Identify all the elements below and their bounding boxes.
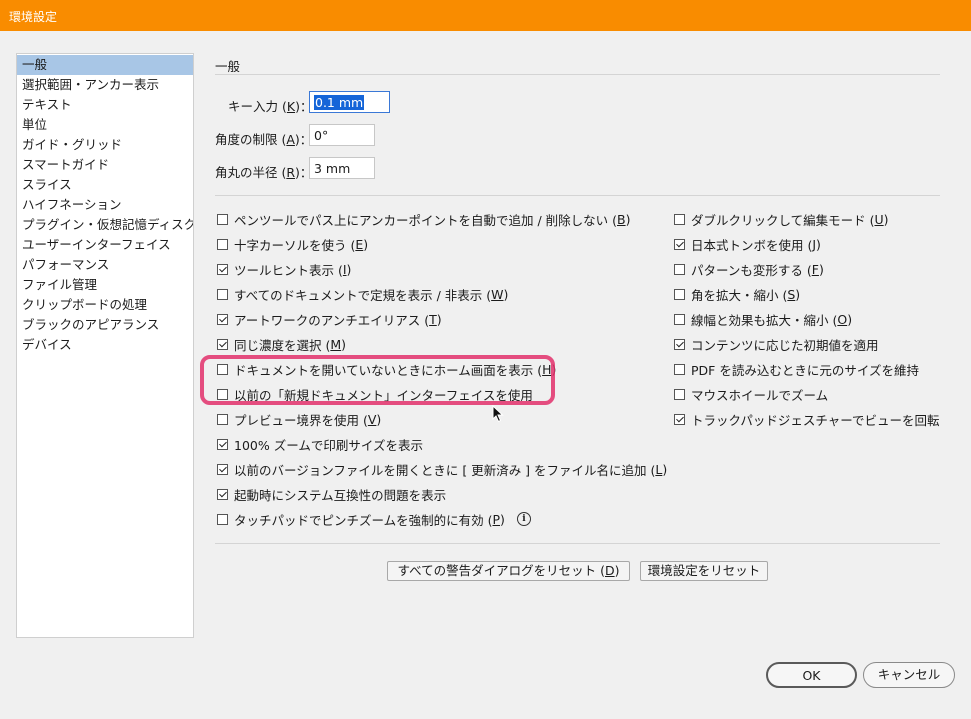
- sidebar-item-hyphenation[interactable]: ハイフネーション: [17, 195, 193, 215]
- window-titlebar: 環境設定: [0, 0, 971, 31]
- mouse-pointer-icon: [492, 405, 504, 423]
- checkbox[interactable]: [674, 338, 685, 350]
- option-preview-bounds[interactable]: プレビュー境界を使用 (V): [217, 409, 381, 429]
- reset-warnings-button[interactable]: すべての警告ダイアログをリセット (D): [387, 561, 630, 581]
- ok-button[interactable]: OK: [766, 662, 857, 688]
- checkbox[interactable]: [217, 213, 228, 225]
- checkbox[interactable]: [674, 288, 685, 300]
- checkbox[interactable]: [217, 513, 228, 525]
- sidebar-item-user-interface[interactable]: ユーザーインターフェイス: [17, 235, 193, 255]
- sidebar-item-plugins-scratch[interactable]: プラグイン・仮想記憶ディスク: [17, 215, 193, 235]
- option-scale-strokes-effects[interactable]: 線幅と効果も拡大・縮小 (O): [674, 309, 852, 329]
- checkbox[interactable]: [674, 238, 685, 250]
- sidebar-item-units[interactable]: 単位: [17, 115, 193, 135]
- angle-limit-field[interactable]: 0°: [309, 124, 375, 146]
- checkbox[interactable]: [217, 338, 228, 350]
- checkbox[interactable]: [674, 313, 685, 325]
- option-pen-no-auto-add-delete[interactable]: ペンツールでパス上にアンカーポイントを自動で追加 / 削除しない (B): [217, 209, 630, 229]
- option-rulers-all-docs[interactable]: すべてのドキュメントで定規を表示 / 非表示 (W): [217, 284, 508, 304]
- option-pinch-zoom[interactable]: タッチパッドでピンチズームを強制的に有効 (P) i: [217, 509, 531, 529]
- checkbox[interactable]: [217, 288, 228, 300]
- option-compat-issues-startup[interactable]: 起動時にシステム互換性の問題を表示: [217, 484, 446, 504]
- checkbox[interactable]: [217, 238, 228, 250]
- cancel-button[interactable]: キャンセル: [863, 662, 955, 688]
- checkbox[interactable]: [674, 388, 685, 400]
- checkbox[interactable]: [674, 363, 685, 375]
- sidebar-item-file-handling[interactable]: ファイル管理: [17, 275, 193, 295]
- sidebar-item-text[interactable]: テキスト: [17, 95, 193, 115]
- sidebar-item-guides-grid[interactable]: ガイド・グリッド: [17, 135, 193, 155]
- sidebar-item-slices[interactable]: スライス: [17, 175, 193, 195]
- option-legacy-new-document[interactable]: 以前の「新規ドキュメント」インターフェイスを使用: [217, 384, 533, 404]
- sidebar-item-performance[interactable]: パフォーマンス: [17, 255, 193, 275]
- info-icon[interactable]: i: [516, 512, 531, 526]
- checkbox[interactable]: [217, 363, 228, 375]
- sidebar-item-devices[interactable]: デバイス: [17, 335, 193, 355]
- reset-preferences-button[interactable]: 環境設定をリセット: [640, 561, 768, 581]
- checkbox[interactable]: [217, 263, 228, 275]
- option-double-click-isolate[interactable]: ダブルクリックして編集モード (U): [674, 209, 889, 229]
- checkbox[interactable]: [217, 488, 228, 500]
- checkbox[interactable]: [217, 413, 228, 425]
- option-scale-corners[interactable]: 角を拡大・縮小 (S): [674, 284, 800, 304]
- sidebar-item-smart-guides[interactable]: スマートガイド: [17, 155, 193, 175]
- divider: [215, 74, 940, 75]
- sidebar-item-selection-anchor[interactable]: 選択範囲・アンカー表示: [17, 75, 193, 95]
- key-input-label: キー入力 (K)：: [228, 99, 313, 114]
- section-title: 一般: [215, 59, 241, 74]
- option-content-aware-defaults[interactable]: コンテンツに応じた初期値を適用: [674, 334, 879, 354]
- option-precise-cursors[interactable]: 十字カーソルを使う (E): [217, 234, 368, 254]
- checkbox[interactable]: [217, 313, 228, 325]
- checkbox[interactable]: [217, 463, 228, 475]
- key-input-field[interactable]: 0.1 mm: [309, 91, 390, 113]
- option-antialiased-artwork[interactable]: アートワークのアンチエイリアス (T): [217, 309, 442, 329]
- option-trackpad-rotate[interactable]: トラックパッドジェスチャーでビューを回転: [674, 409, 940, 429]
- window-title: 環境設定: [9, 10, 58, 24]
- option-show-home-screen[interactable]: ドキュメントを開いていないときにホーム画面を表示 (H): [217, 359, 556, 379]
- sidebar-item-clipboard[interactable]: クリップボードの処理: [17, 295, 193, 315]
- option-append-converted[interactable]: 以前のバージョンファイルを開くときに [ 更新済み ] をファイル名に追加 (L…: [217, 459, 667, 479]
- checkbox[interactable]: [217, 388, 228, 400]
- option-select-same-tint[interactable]: 同じ濃度を選択 (M): [217, 334, 346, 354]
- checkbox[interactable]: [674, 413, 685, 425]
- option-print-size-100[interactable]: 100% ズームで印刷サイズを表示: [217, 434, 423, 454]
- option-transform-patterns[interactable]: パターンも変形する (F): [674, 259, 824, 279]
- corner-radius-field[interactable]: 3 mm: [309, 157, 375, 179]
- sidebar-item-black-appearance[interactable]: ブラックのアピアランス: [17, 315, 193, 335]
- divider: [215, 195, 940, 196]
- sidebar-item-general[interactable]: 一般: [17, 55, 193, 75]
- option-pdf-keep-size[interactable]: PDF を読み込むときに元のサイズを維持: [674, 359, 919, 379]
- checkbox[interactable]: [217, 438, 228, 450]
- divider: [215, 543, 940, 544]
- checkbox[interactable]: [674, 213, 685, 225]
- category-sidebar: 一般 選択範囲・アンカー表示 テキスト 単位 ガイド・グリッド スマートガイド …: [16, 53, 194, 638]
- option-japanese-crop-marks[interactable]: 日本式トンボを使用 (J): [674, 234, 821, 254]
- angle-limit-label: 角度の制限 (A)：: [215, 132, 313, 147]
- option-wheel-zoom[interactable]: マウスホイールでズーム: [674, 384, 828, 404]
- checkbox[interactable]: [674, 263, 685, 275]
- option-show-tooltips[interactable]: ツールヒント表示 (I): [217, 259, 351, 279]
- corner-radius-label: 角丸の半径 (R)：: [215, 165, 313, 180]
